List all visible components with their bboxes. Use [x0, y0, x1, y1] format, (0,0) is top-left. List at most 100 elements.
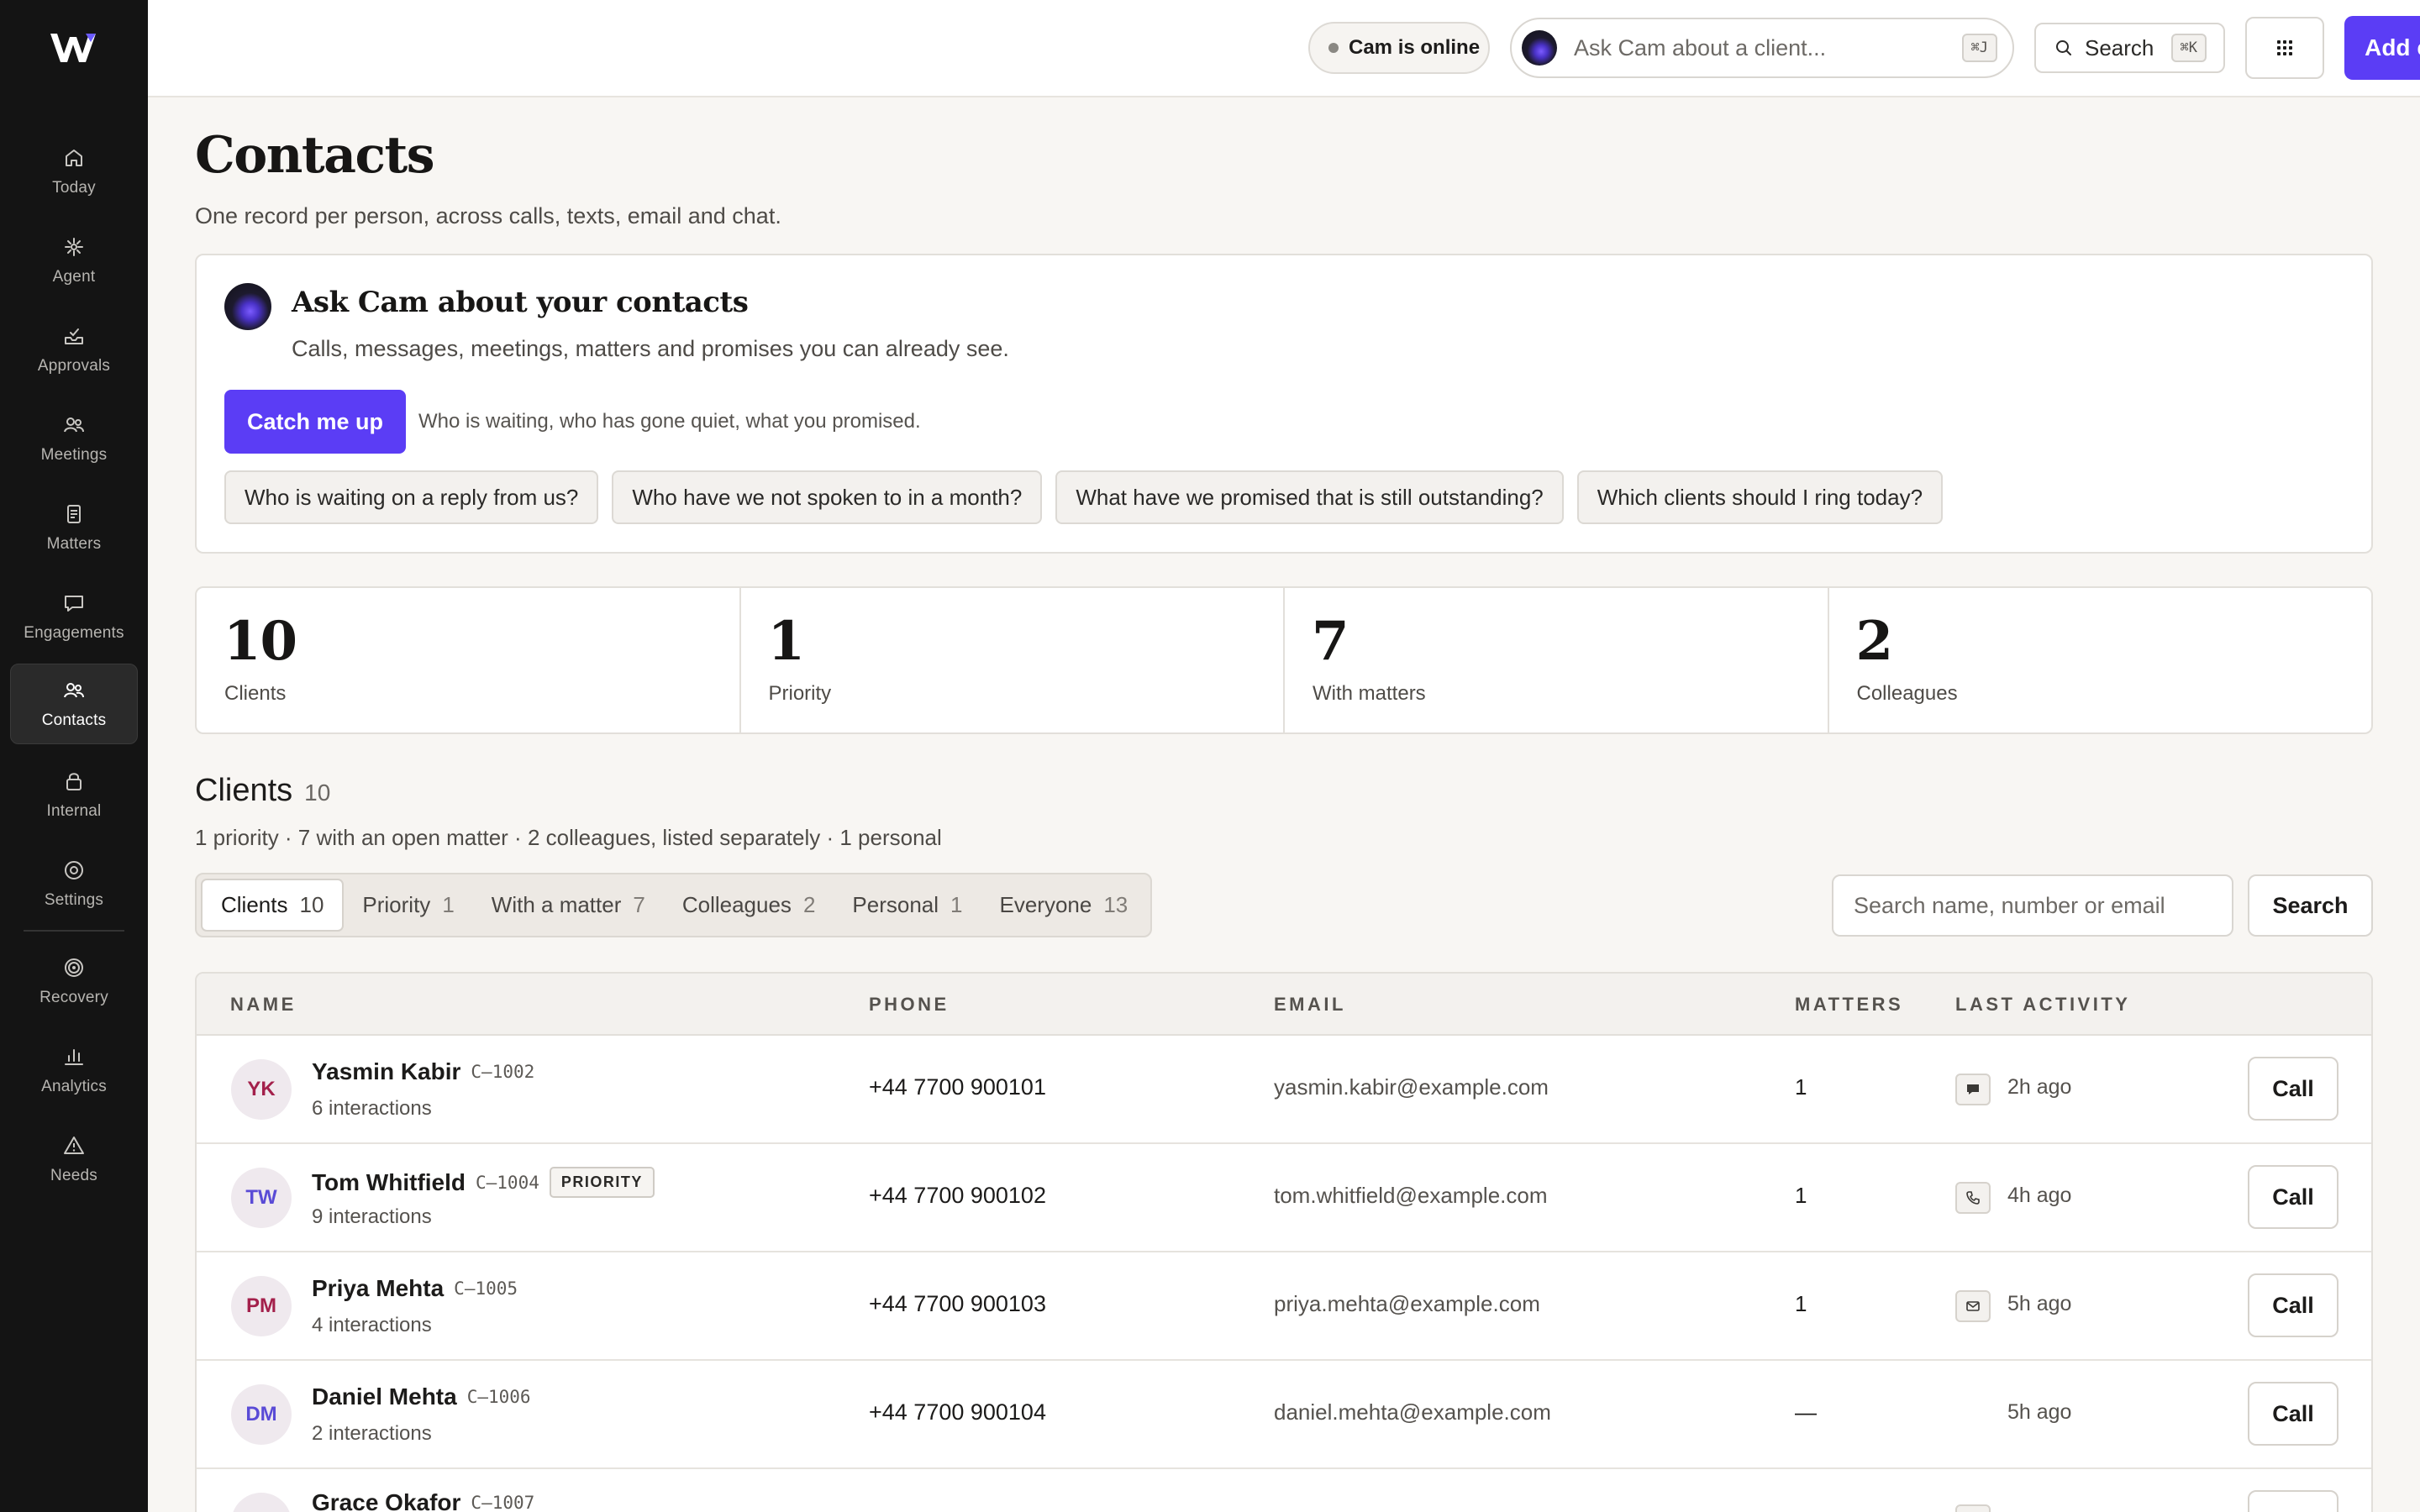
sidebar-item-label: Contacts	[41, 711, 107, 729]
stat-value: 1	[767, 610, 806, 673]
contact-name[interactable]: Daniel Mehta	[312, 1383, 457, 1410]
agent-status-text: Cam is online	[1349, 36, 1481, 59]
app-grid-button[interactable]	[2245, 17, 2324, 79]
table-row[interactable]: DM Daniel Mehta C–1006 2 interactions +4…	[197, 1361, 2371, 1469]
contact-code: C–1006	[466, 1387, 531, 1407]
tab-clients[interactable]: Clients 10	[201, 879, 345, 932]
tab-count: 10	[299, 892, 324, 917]
grid-icon	[2275, 39, 2294, 57]
people-icon	[61, 412, 87, 438]
tab-with-a-matter[interactable]: With a matter 7	[473, 879, 664, 932]
call-button[interactable]: Call	[2248, 1273, 2338, 1337]
sidebar-item-recovery[interactable]: Recovery	[10, 941, 138, 1021]
sidebar-item-label: Engagements	[24, 624, 124, 642]
contact-code: C–1002	[471, 1062, 535, 1082]
prompt-chip[interactable]: Which clients should I ring today?	[1576, 470, 1944, 524]
prompt-chip[interactable]: Who is waiting on a reply from us?	[224, 470, 599, 524]
table-row[interactable]: GO Grace Okafor C–1007 Call	[197, 1469, 2371, 1512]
catch-me-up-button[interactable]: Catch me up	[224, 390, 406, 454]
contact-search-button[interactable]: Search	[2248, 874, 2373, 937]
filter-tabs: Clients 10 Priority 1 With a matter 7 Colle…	[195, 873, 1153, 937]
column-header-email[interactable]: EMAIL	[1274, 994, 1346, 1016]
stat-label: Colleagues	[1856, 682, 1958, 705]
message-icon	[1955, 1074, 1991, 1105]
call-button[interactable]: Call	[2248, 1382, 2338, 1446]
avatar: GO	[231, 1493, 292, 1512]
sidebar-item-today[interactable]: Today	[10, 131, 138, 212]
sidebar-item-approvals[interactable]: Approvals	[10, 309, 138, 390]
contact-phone: +44 7700 900101	[869, 1074, 1046, 1100]
lock-icon	[61, 769, 87, 794]
call-button[interactable]: Call	[2248, 1057, 2338, 1121]
stat-label: Clients	[224, 682, 287, 705]
logo-icon[interactable]	[49, 30, 97, 66]
contact-name[interactable]: Priya Mehta	[312, 1275, 444, 1302]
cam-orb-icon	[224, 283, 271, 330]
tab-priority[interactable]: Priority 1	[344, 879, 472, 932]
chat-icon	[61, 591, 87, 616]
ask-cam-input[interactable]: Ask Cam about a client... ⌘J	[1510, 18, 2014, 78]
activity-icon	[1955, 1504, 1991, 1512]
sidebar-item-settings[interactable]: Settings	[10, 843, 138, 924]
sidebar: Today Agent Approvals Meetings Matters E…	[0, 0, 148, 1512]
ask-cam-panel: Ask Cam about your contacts Calls, messa…	[195, 254, 2373, 554]
global-search-button[interactable]: Search ⌘K	[2034, 23, 2225, 73]
table-row[interactable]: TW Tom Whitfield C–1004 PRIORITY 9 inter…	[197, 1144, 2371, 1252]
avatar: TW	[231, 1168, 292, 1228]
search-icon	[2054, 39, 2073, 57]
stat-label: Priority	[768, 682, 832, 705]
sidebar-item-internal[interactable]: Internal	[10, 754, 138, 835]
table-row[interactable]: YK Yasmin Kabir C–1002 6 interactions +4…	[197, 1036, 2371, 1144]
last-activity: 5h ago	[2007, 1292, 2072, 1315]
top-bar: Cam is online Ask Cam about a client... …	[148, 0, 2420, 97]
tab-colleagues[interactable]: Colleagues 2	[664, 879, 834, 932]
phone-icon	[1955, 1182, 1991, 1214]
page-subtitle: One record per person, across calls, tex…	[195, 203, 781, 228]
contact-name[interactable]: Yasmin Kabir	[312, 1058, 460, 1085]
add-contact-button[interactable]: Add contact	[2344, 16, 2420, 80]
column-header-matters[interactable]: MATTERS	[1795, 994, 1903, 1016]
contact-phone: +44 7700 900102	[869, 1183, 1046, 1208]
sidebar-item-engagements[interactable]: Engagements	[10, 576, 138, 657]
prompt-chip[interactable]: What have we promised that is still outs…	[1055, 470, 1564, 524]
sidebar-item-meetings[interactable]: Meetings	[10, 398, 138, 479]
contact-name-line: Priya Mehta C–1005	[312, 1275, 518, 1302]
warning-icon	[61, 1133, 87, 1158]
contact-phone: +44 7700 900103	[869, 1291, 1046, 1316]
stat-with-matters: 7 With matters	[1285, 588, 1829, 732]
stats-row: 10 Clients 1 Priority 7 With matters 2 C…	[195, 586, 2373, 734]
column-header-phone[interactable]: PHONE	[869, 994, 950, 1016]
column-header-last-activity[interactable]: LAST ACTIVITY	[1955, 994, 2130, 1016]
sidebar-item-needs[interactable]: Needs	[10, 1119, 138, 1200]
matters-count: 1	[1795, 1183, 1807, 1208]
catch-me-up-hint: Who is waiting, who has gone quiet, what…	[418, 410, 921, 433]
last-activity: 5h ago	[2007, 1400, 2072, 1424]
call-button[interactable]: Call	[2248, 1490, 2338, 1512]
search-button-label: Search	[2085, 34, 2154, 60]
contact-code: C–1004	[476, 1172, 539, 1193]
tab-personal[interactable]: Personal 1	[834, 879, 981, 932]
ask-cam-subtitle: Calls, messages, meetings, matters and p…	[292, 336, 1009, 361]
tab-everyone[interactable]: Everyone 13	[981, 879, 1147, 932]
column-header-name[interactable]: NAME	[230, 994, 297, 1016]
suggested-prompts: Who is waiting on a reply from us? Who h…	[224, 470, 1944, 524]
contact-name[interactable]: Tom Whitfield	[312, 1169, 466, 1196]
sidebar-item-analytics[interactable]: Analytics	[10, 1030, 138, 1110]
contacts-icon	[61, 678, 87, 703]
table-row[interactable]: PM Priya Mehta C–1005 4 interactions +44…	[197, 1252, 2371, 1361]
sidebar-item-contacts[interactable]: Contacts	[10, 664, 138, 744]
prompt-chip[interactable]: Who have we not spoken to in a month?	[612, 470, 1043, 524]
sidebar-item-agent[interactable]: Agent	[10, 220, 138, 301]
target-icon	[61, 955, 87, 980]
contact-code: C–1007	[471, 1493, 535, 1512]
tab-label: Priority	[362, 892, 431, 917]
contact-email: yasmin.kabir@example.com	[1274, 1074, 1549, 1100]
matters-count: —	[1795, 1399, 1817, 1425]
interaction-count: 2 interactions	[312, 1422, 432, 1445]
sidebar-item-label: Approvals	[37, 357, 111, 375]
contact-name[interactable]: Grace Okafor	[312, 1489, 460, 1512]
contact-search-input[interactable]	[1832, 874, 2233, 937]
call-button[interactable]: Call	[2248, 1165, 2338, 1229]
sidebar-item-matters[interactable]: Matters	[10, 487, 138, 568]
ask-cam-placeholder: Ask Cam about a client...	[1574, 34, 1827, 60]
